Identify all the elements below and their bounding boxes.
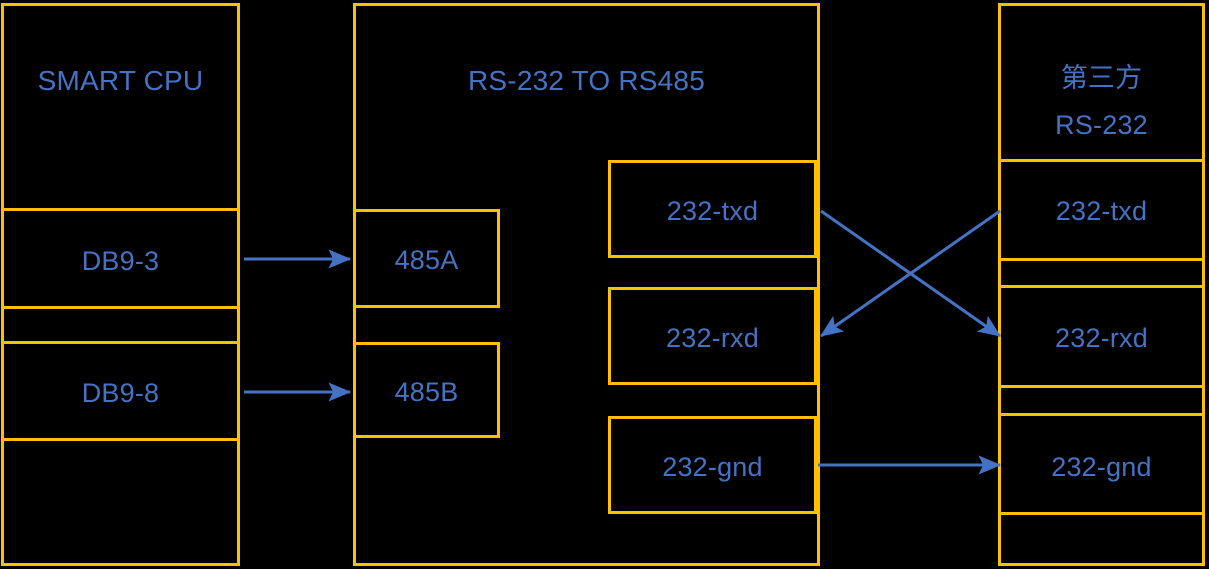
converter-pin-485a-label: 485A — [394, 245, 459, 275]
arrow-third-party-txd-to-converter-rxd — [820, 209, 1001, 338]
converter-pin-485b-label: 485B — [394, 377, 459, 407]
third-party-divider-3 — [998, 285, 1205, 288]
third-party-divider-1 — [998, 159, 1205, 162]
converter-pin-232-gnd-label: 232-gnd — [662, 452, 763, 482]
converter-pin-232-txd-label: 232-txd — [666, 196, 759, 226]
third-party-pin-232-rxd-label: 232-rxd — [1055, 323, 1148, 353]
third-party-divider-4 — [998, 385, 1205, 388]
smart-cpu-pin-db9-8-label: DB9-8 — [81, 378, 160, 408]
converter-pin-232-rxd-label: 232-rxd — [666, 323, 759, 353]
arrow-converter-txd-to-third-party-rxd — [820, 209, 1001, 338]
diagram-canvas: SMART CPU DB9-3 DB9-8 RS-232 TO RS485 48… — [0, 0, 1209, 569]
smart-cpu-divider-1 — [1, 208, 240, 211]
third-party-divider-6 — [998, 512, 1205, 515]
third-party-header-line1-label: 第三方 — [1060, 63, 1143, 93]
third-party-divider-5 — [998, 413, 1205, 416]
converter-header-label: RS-232 TO RS485 — [468, 65, 705, 96]
third-party-pin-232-gnd-label: 232-gnd — [1051, 452, 1152, 482]
smart-cpu-divider-2 — [1, 306, 240, 309]
third-party-header-line2-label: RS-232 — [1055, 110, 1148, 140]
smart-cpu-pin-db9-3-label: DB9-3 — [81, 246, 160, 276]
smart-cpu-divider-3 — [1, 341, 240, 344]
smart-cpu-divider-4 — [1, 438, 240, 441]
third-party-divider-2 — [998, 258, 1205, 261]
smart-cpu-header-label: SMART CPU — [37, 65, 204, 96]
third-party-pin-232-txd-label: 232-txd — [1055, 196, 1148, 226]
